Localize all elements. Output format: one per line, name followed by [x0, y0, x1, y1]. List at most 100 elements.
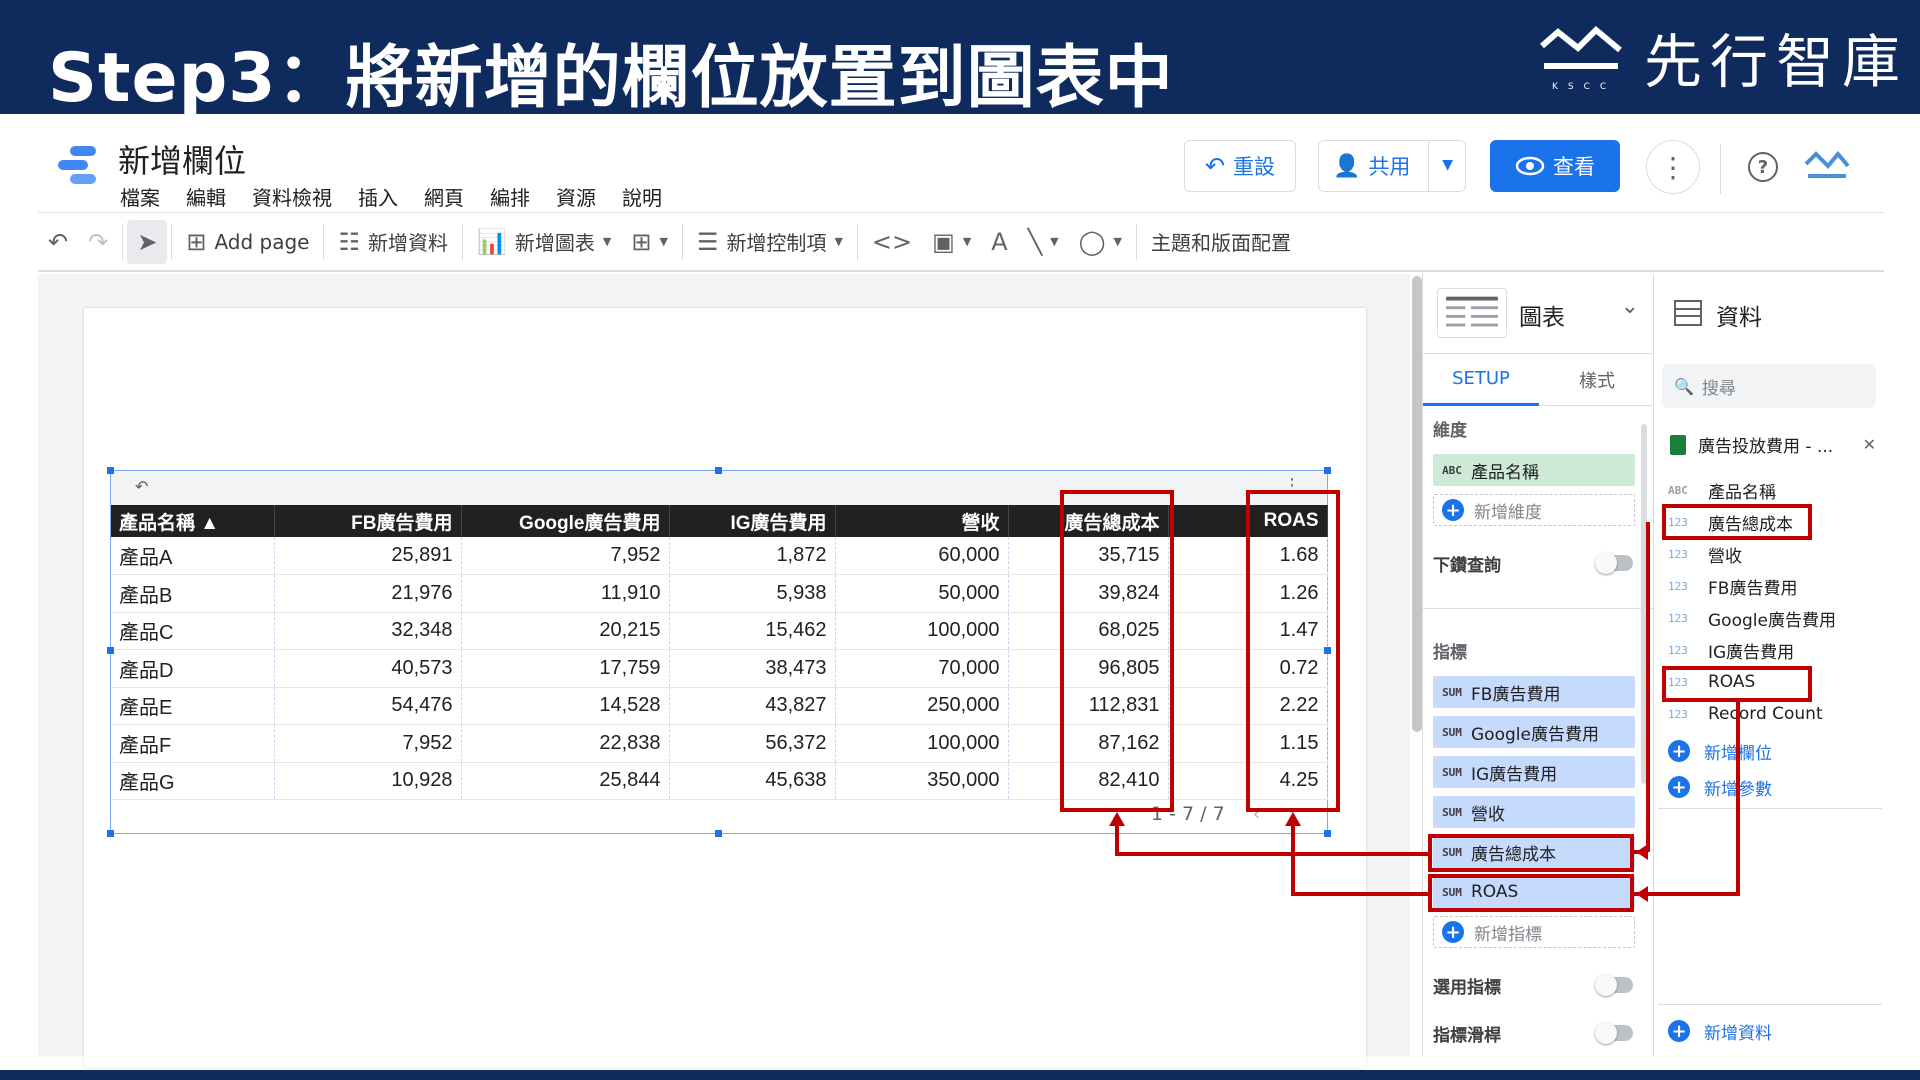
add-control-label: 新增控制項 — [726, 231, 827, 255]
field-search-input[interactable]: 🔍 搜尋 — [1662, 364, 1876, 408]
toolbar-divider — [122, 223, 124, 260]
metric-chip[interactable]: SUM Google廣告費用 — [1433, 716, 1635, 748]
select-tool-button[interactable]: ➤ — [127, 219, 168, 264]
add-control-button[interactable]: ☰ 新增控制項 ▼ — [687, 220, 853, 264]
dimension-chip[interactable]: ABC 產品名稱 — [1433, 454, 1635, 486]
menu-view[interactable]: 資料檢視 — [252, 182, 332, 211]
field-item[interactable]: 123 Record Count — [1668, 700, 1823, 728]
menu-page[interactable]: 網頁 — [424, 182, 464, 211]
view-button[interactable]: 查看 — [1490, 140, 1620, 192]
field-item[interactable]: 123 FB廣告費用 — [1668, 572, 1797, 600]
undo-button[interactable]: ↶ — [38, 220, 78, 264]
add-dimension-label: 新增維度 — [1474, 502, 1542, 523]
menu-resource[interactable]: 資源 — [556, 182, 596, 211]
menu-file[interactable]: 檔案 — [120, 182, 160, 211]
resize-handle[interactable] — [715, 467, 722, 474]
brand-name: 先行智庫 — [1643, 28, 1908, 96]
chevron-down-icon[interactable]: ⌄ — [1621, 294, 1639, 319]
chart-panel-title: 圖表 — [1519, 305, 1565, 331]
optional-metrics-toggle[interactable] — [1595, 974, 1633, 996]
metric-chip[interactable]: SUM FB廣告費用 — [1433, 676, 1635, 708]
add-page-label: Add page — [214, 229, 310, 254]
menu-edit[interactable]: 編輯 — [186, 182, 226, 211]
column-header[interactable]: 營收 — [835, 505, 1009, 537]
menu-help[interactable]: 說明 — [622, 182, 662, 211]
field-type-tag: 123 — [1668, 547, 1688, 561]
resize-handle[interactable] — [1324, 830, 1331, 837]
canvas-scrollbar[interactable] — [1412, 276, 1422, 732]
share-dropdown-icon[interactable]: ▼ — [1442, 157, 1453, 173]
add-person-icon: 👤 — [1333, 153, 1361, 179]
add-field-button[interactable]: +新增欄位 — [1668, 736, 1772, 766]
connector-line — [1634, 850, 1648, 854]
metric-slider-toggle[interactable] — [1595, 1022, 1633, 1044]
reset-button[interactable]: ↶ 重設 — [1184, 140, 1296, 192]
table-cell: 14,528 — [461, 687, 670, 725]
field-type-tag: 123 — [1668, 611, 1688, 625]
resize-handle[interactable] — [107, 467, 114, 474]
field-item[interactable]: 123 Google廣告費用 — [1668, 604, 1836, 632]
toolbar: ↶ ↷ ➤ ⊞ Add page ☷ 新增資料 📊 新增圖表 ▼ ⊞ ▼ ☰ 新增控制項 ▼ … — [38, 212, 1884, 272]
more-options-icon[interactable]: ⋮ — [1646, 140, 1700, 194]
add-dimension-button[interactable]: + 新增維度 — [1433, 494, 1635, 526]
table-cell: 45,638 — [669, 762, 836, 800]
add-data-source-button[interactable]: + 新增資料 — [1668, 1016, 1772, 1046]
view-label: 查看 — [1553, 155, 1595, 179]
tab-style[interactable]: 樣式 — [1539, 354, 1655, 406]
dimension-chip-label: 產品名稱 — [1471, 462, 1539, 483]
share-button[interactable]: 👤 共用 ▼ — [1318, 140, 1466, 192]
community-viz-button[interactable]: ⊞ ▼ — [621, 220, 678, 264]
add-metric-button[interactable]: + 新增指標 — [1433, 916, 1635, 948]
chart-type-selector[interactable]: 圖表 ⌄ — [1423, 274, 1653, 354]
menu-arrange[interactable]: 編排 — [490, 182, 530, 211]
field-item[interactable]: 123 營收 — [1668, 540, 1742, 568]
field-item[interactable]: ABC 產品名稱 — [1668, 476, 1776, 504]
line-button[interactable]: ╲ ▼ — [1018, 220, 1069, 264]
report-title[interactable]: 新增欄位 — [118, 136, 246, 182]
embed-code-button[interactable]: <> — [862, 220, 922, 264]
metric-chip-label: Google廣告費用 — [1471, 724, 1599, 745]
image-button[interactable]: ▣ ▼ — [922, 220, 981, 264]
drilldown-toggle[interactable] — [1595, 552, 1633, 574]
highlight-box-total-cost-metric — [1428, 834, 1634, 872]
share-split-divider — [1428, 141, 1429, 191]
metric-chip-label: IG廣告費用 — [1471, 764, 1558, 785]
help-icon[interactable]: ? — [1748, 152, 1778, 182]
metric-agg-tag: SUM — [1442, 725, 1462, 739]
resize-handle[interactable] — [1324, 467, 1331, 474]
chart-properties-panel: 圖表 ⌄ SETUP 樣式 維度 ABC 產品名稱 + 新增維度 下鑽查詢 指標… — [1422, 274, 1654, 1056]
metric-chip[interactable]: SUM IG廣告費用 — [1433, 756, 1635, 788]
chevron-down-icon: ▼ — [659, 235, 668, 248]
resize-handle[interactable] — [107, 830, 114, 837]
metric-slider-label: 指標滑桿 — [1433, 1025, 1501, 1046]
field-item[interactable]: 123 IG廣告費用 — [1668, 636, 1794, 664]
column-header[interactable]: Google廣告費用 — [461, 505, 670, 537]
table-cell: 40,573 — [274, 649, 462, 688]
add-parameter-button[interactable]: +新增參數 — [1668, 772, 1772, 802]
drilldown-label: 下鑽查詢 — [1433, 555, 1501, 576]
data-source-row[interactable]: 廣告投放費用 - ... ✕ — [1670, 432, 1876, 457]
shape-button[interactable]: ◯ ▼ — [1069, 220, 1132, 264]
collapse-icon[interactable]: ✕ — [1863, 435, 1876, 454]
column-header[interactable]: 產品名稱 ▲ — [111, 505, 275, 537]
add-data-button[interactable]: ☷ 新增資料 — [328, 220, 458, 264]
metric-chip[interactable]: SUM 營收 — [1433, 796, 1635, 828]
resize-handle[interactable] — [715, 830, 722, 837]
column-header[interactable]: IG廣告費用 — [669, 505, 836, 537]
theme-layout-button[interactable]: 主題和版面配置 — [1141, 220, 1301, 264]
table-cell: 17,759 — [461, 649, 670, 688]
table-cell: 7,952 — [274, 724, 462, 763]
reset-action-icon[interactable]: ↶ — [135, 477, 148, 496]
redo-button[interactable]: ↷ — [78, 220, 118, 264]
text-button[interactable]: A — [981, 220, 1017, 264]
add-page-button[interactable]: ⊞ Add page — [176, 220, 319, 264]
table-cell: 56,372 — [669, 724, 836, 763]
resize-handle[interactable] — [107, 647, 114, 654]
optional-metrics-row: 選用指標 — [1433, 970, 1633, 1000]
tab-setup[interactable]: SETUP — [1423, 354, 1539, 406]
column-header[interactable]: FB廣告費用 — [274, 505, 462, 537]
add-chart-button[interactable]: 📊 新增圖表 ▼ — [467, 220, 621, 264]
search-icon: 🔍 — [1674, 376, 1694, 396]
add-page-icon: ⊞ — [186, 227, 207, 256]
menu-insert[interactable]: 插入 — [358, 182, 398, 211]
